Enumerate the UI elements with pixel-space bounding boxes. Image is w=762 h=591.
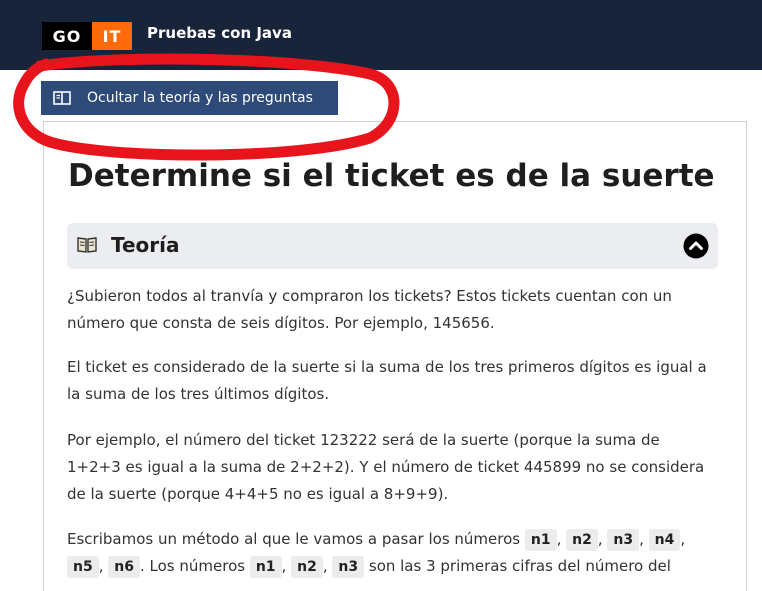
logo-it[interactable]: IT bbox=[92, 22, 132, 50]
book-open-icon bbox=[53, 91, 71, 105]
code-n3: n3 bbox=[607, 529, 640, 551]
code-n1: n1 bbox=[524, 529, 557, 551]
chevron-up-icon[interactable] bbox=[683, 233, 709, 259]
paragraph-text: . Los números bbox=[139, 557, 246, 575]
code-n6: n6 bbox=[108, 556, 140, 578]
code-n2: n2 bbox=[291, 556, 323, 578]
code-n4: n4 bbox=[648, 529, 681, 551]
top-bar: GO IT Pruebas con Java bbox=[0, 0, 762, 70]
code-n5: n5 bbox=[67, 556, 99, 578]
code-n2: n2 bbox=[566, 529, 598, 551]
logo-go[interactable]: GO bbox=[42, 22, 92, 50]
theory-label: Teoría bbox=[111, 233, 180, 257]
theory-paragraph: El ticket es considerado de la suerte si… bbox=[67, 358, 707, 403]
app-title: Pruebas con Java bbox=[147, 24, 292, 42]
theory-paragraph: Escribamos un método al que le vamos a p… bbox=[67, 526, 717, 580]
theory-paragraph: Por ejemplo, el número del ticket 123222… bbox=[67, 431, 705, 503]
theory-paragraph: ¿Subieron todos al tranvía y compraron l… bbox=[67, 287, 672, 332]
page-title: Determine si el ticket es de la suerte bbox=[68, 158, 715, 194]
paragraph-text: Escribamos un método al que le vamos a p… bbox=[67, 530, 521, 548]
lesson-panel: Determine si el ticket es de la suerte T… bbox=[43, 121, 747, 591]
hide-theory-button[interactable]: Ocultar la teoría y las preguntas bbox=[41, 81, 338, 115]
hide-theory-label: Ocultar la teoría y las preguntas bbox=[87, 90, 313, 106]
paragraph-text: son las 3 primeras cifras del número del bbox=[368, 557, 671, 575]
book-emoji-icon bbox=[77, 237, 97, 253]
code-n3: n3 bbox=[332, 556, 365, 578]
code-n1: n1 bbox=[249, 556, 282, 578]
theory-section-header[interactable]: Teoría bbox=[67, 223, 718, 269]
